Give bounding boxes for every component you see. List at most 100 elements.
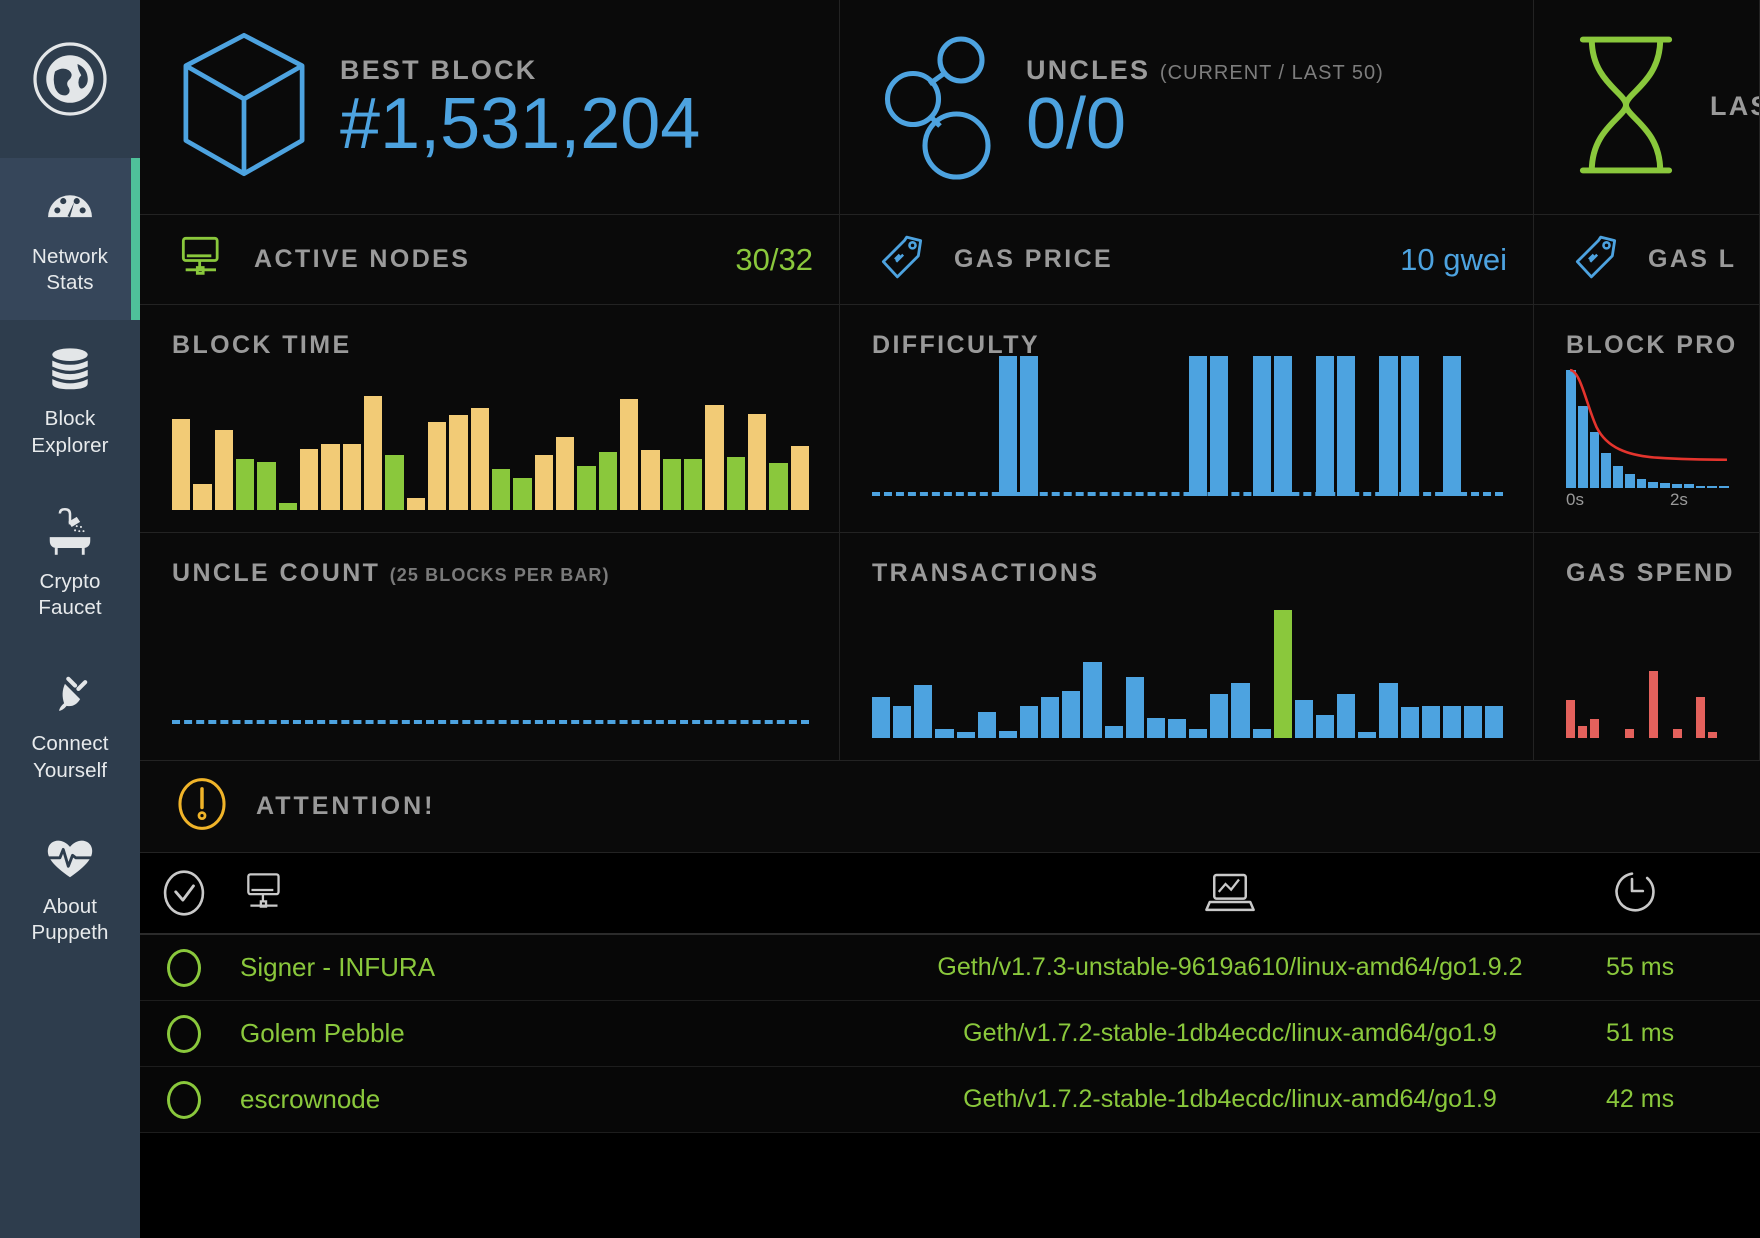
- globe-icon: [30, 39, 110, 119]
- charts-row-secondary: UNCLE COUNT (25 BLOCKS PER BAR) TRANSACT…: [140, 533, 1760, 761]
- chart-bar: [492, 469, 510, 510]
- brand-logo[interactable]: [0, 0, 140, 158]
- node-version-cell: Geth/v1.7.3-unstable-9619a610/linux-amd6…: [868, 953, 1592, 982]
- chart-bar: [1464, 706, 1482, 738]
- pricetag-icon: [874, 229, 930, 290]
- chart-bar: [172, 419, 190, 510]
- status-header: [140, 867, 228, 919]
- sidebar-item-crypto-faucet[interactable]: CryptoFaucet: [0, 483, 140, 645]
- block-time-chart: BLOCK TIME: [140, 305, 840, 533]
- chart-bar: [914, 685, 932, 738]
- laptop-icon: [1203, 867, 1257, 919]
- sidebar-item-connect-yourself[interactable]: ConnectYourself: [0, 645, 140, 807]
- node-name-header: [228, 866, 868, 921]
- difficulty-chart: DIFFICULTY: [840, 305, 1534, 533]
- check-circle-icon: [160, 867, 208, 919]
- chart-bar: [1358, 732, 1376, 738]
- baseline-dashed: [872, 492, 1503, 496]
- stat-value: 30/32: [735, 242, 813, 278]
- baseline-dashed: [172, 720, 809, 724]
- chart-bar: [1295, 700, 1313, 738]
- chart-bar: [1126, 677, 1144, 738]
- chart-bar: [279, 503, 297, 510]
- sidebar-item-about-puppeth[interactable]: AboutPuppeth: [0, 808, 140, 970]
- chart-plot-area: [172, 364, 809, 510]
- chart-bar: [1274, 610, 1292, 738]
- chart-bar: [748, 414, 766, 510]
- chart-axis-labels: 0s 2s: [1566, 490, 1729, 510]
- pricetag-icon: [1568, 229, 1624, 290]
- chart-title: UNCLE COUNT (25 BLOCKS PER BAR): [172, 559, 809, 588]
- chart-title: BLOCK PRO: [1566, 331, 1729, 360]
- chart-bar: [1020, 356, 1038, 496]
- chart-bar: [999, 731, 1017, 738]
- stat-label: GAS PRICE: [954, 245, 1113, 274]
- chart-bar: [1696, 697, 1705, 738]
- table-row[interactable]: escrownodeGeth/v1.7.2-stable-1db4ecdc/li…: [140, 1067, 1760, 1133]
- stats-row-secondary: ACTIVE NODES 30/32 GAS PRICE 10 gwei: [140, 215, 1760, 305]
- stat-last-block: LAST BLOCK: [1534, 0, 1760, 215]
- chart-bar: [1379, 683, 1397, 738]
- sidebar-item-network-stats[interactable]: NetworkStats: [0, 158, 140, 320]
- chart-bar: [1168, 719, 1186, 738]
- chart-bar: [449, 415, 467, 510]
- uncles-icon: [874, 30, 1000, 185]
- sidebar-item-label: CryptoFaucet: [38, 569, 101, 621]
- chart-title: BLOCK TIME: [172, 331, 809, 360]
- chart-bar: [1147, 718, 1165, 738]
- uncle-count-chart: UNCLE COUNT (25 BLOCKS PER BAR): [140, 533, 840, 761]
- latency-cell: 42 ms: [1592, 1085, 1760, 1114]
- chart-plot-area: [172, 592, 809, 738]
- sidebar-item-label: ConnectYourself: [31, 731, 108, 783]
- chart-bar: [1672, 484, 1682, 488]
- chart-bar: [1637, 479, 1647, 488]
- node-name: Golem Pebble: [240, 1018, 405, 1048]
- monitor-icon: [240, 866, 290, 916]
- status-badge: [167, 1015, 201, 1053]
- bathtub-icon: [43, 505, 97, 559]
- chart-bar: [1590, 719, 1599, 738]
- stat-label: GAS L: [1648, 245, 1736, 274]
- chart-bar: [1105, 726, 1123, 738]
- sidebar-item-block-explorer[interactable]: BlockExplorer: [0, 320, 140, 482]
- node-version-cell: Geth/v1.7.2-stable-1db4ecdc/linux-amd64/…: [868, 1085, 1592, 1114]
- node-latency: 55 ms: [1606, 953, 1674, 981]
- table-row[interactable]: Golem PebbleGeth/v1.7.2-stable-1db4ecdc/…: [140, 1001, 1760, 1067]
- chart-bar: [1401, 356, 1419, 496]
- chart-bar: [385, 455, 403, 510]
- node-name-cell: escrownode: [228, 1084, 868, 1115]
- chart-bar: [535, 455, 553, 510]
- cube-icon: [174, 27, 314, 187]
- chart-bar: [1719, 486, 1729, 488]
- chart-bar: [1625, 729, 1634, 738]
- node-name: Signer - INFURA: [240, 952, 435, 982]
- node-version: Geth/v1.7.3-unstable-9619a610/linux-amd6…: [937, 953, 1522, 982]
- axis-tick-0: 0s: [1566, 490, 1584, 510]
- sidebar-item-label: NetworkStats: [32, 244, 108, 296]
- chart-bar: [1660, 483, 1670, 488]
- chart-bar: [364, 396, 382, 510]
- stat-value: 10 gwei: [1400, 242, 1507, 278]
- table-body: Signer - INFURA Geth/v1.7.3-unstable-9619…: [140, 935, 1760, 1133]
- chart-bar: [215, 430, 233, 510]
- chart-bar: [321, 444, 339, 510]
- chart-bar: [1684, 484, 1694, 488]
- chart-bar: [1707, 486, 1717, 488]
- monitor-icon: [174, 229, 230, 290]
- chart-bar: [1379, 356, 1397, 496]
- block-propagation-chart: BLOCK PRO 0s 2s: [1534, 305, 1760, 533]
- stat-label: UNCLES (CURRENT / LAST 50): [1026, 55, 1384, 86]
- latency-cell: 55 ms: [1592, 953, 1760, 982]
- chart-bar: [620, 399, 638, 510]
- chart-bar: [193, 484, 211, 510]
- chart-bar: [1485, 706, 1503, 738]
- chart-bar: [1041, 697, 1059, 738]
- puppeth-dashboard: NetworkStats BlockExplorer CryptoFaucet: [0, 0, 1760, 1238]
- axis-tick-1: 2s: [1670, 490, 1688, 510]
- chart-bar: [1613, 466, 1623, 488]
- database-icon: [43, 342, 97, 396]
- status-cell: [140, 1015, 228, 1053]
- chart-bar: [1316, 715, 1334, 738]
- table-row[interactable]: Signer - INFURA Geth/v1.7.3-unstable-9619…: [140, 935, 1760, 1001]
- chart-bar: [705, 405, 723, 510]
